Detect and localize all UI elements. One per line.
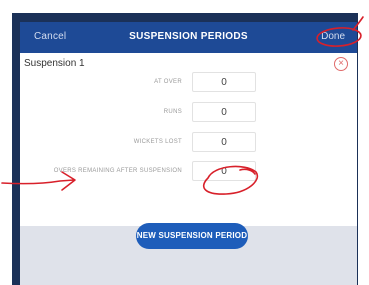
overs-highlight-circle bbox=[202, 165, 259, 195]
done-highlight-tail bbox=[352, 16, 364, 31]
done-highlight-circle bbox=[316, 27, 362, 47]
pointer-arrow-icon bbox=[1, 171, 76, 191]
annotation-overlay bbox=[1, 16, 364, 195]
